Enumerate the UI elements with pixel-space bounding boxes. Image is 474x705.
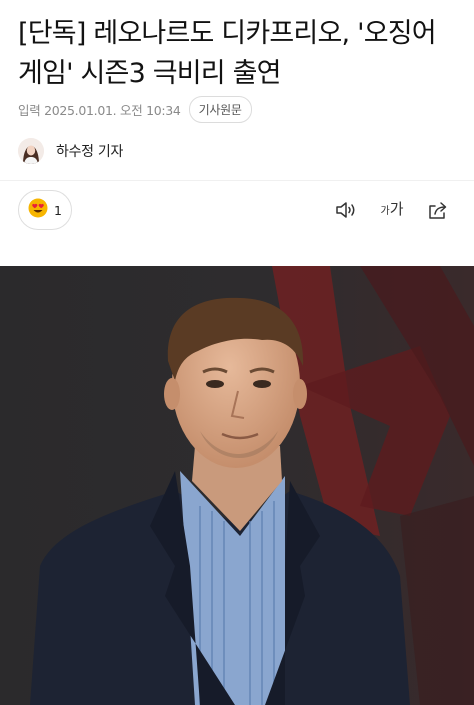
font-size-large-label: 가 [389, 200, 404, 218]
publish-date: 입력 2025.01.01. 오전 10:34 [18, 102, 181, 118]
speaker-icon[interactable] [334, 198, 358, 222]
smiling-heart-eyes-emoji-icon [28, 198, 48, 222]
reaction-button[interactable]: 1 [18, 190, 72, 230]
article-view: [단독] 레오나르도 디카프리오, '오징어게임' 시즌3 극비리 출연 입력 … [0, 0, 474, 705]
divider [0, 180, 474, 181]
article-photo [0, 266, 474, 705]
reporter-name[interactable]: 하수정 기자 [56, 141, 123, 161]
article-toolbar: 가 가 [334, 196, 450, 224]
reaction-count: 1 [54, 202, 62, 218]
reporter-avatar [18, 138, 44, 164]
font-size-small-label: 가 [380, 206, 390, 217]
font-size-button[interactable]: 가 가 [380, 198, 404, 222]
original-article-button[interactable]: 기사원문 [188, 95, 252, 123]
share-icon[interactable] [426, 198, 450, 222]
article-headline: [단독] 레오나르도 디카프리오, '오징어게임' 시즌3 극비리 출연 [18, 18, 437, 89]
reporter-info[interactable]: 하수정 기자 [18, 136, 123, 166]
article-meta: 입력 2025.01.01. 오전 10:34 기사원문 [18, 95, 252, 123]
